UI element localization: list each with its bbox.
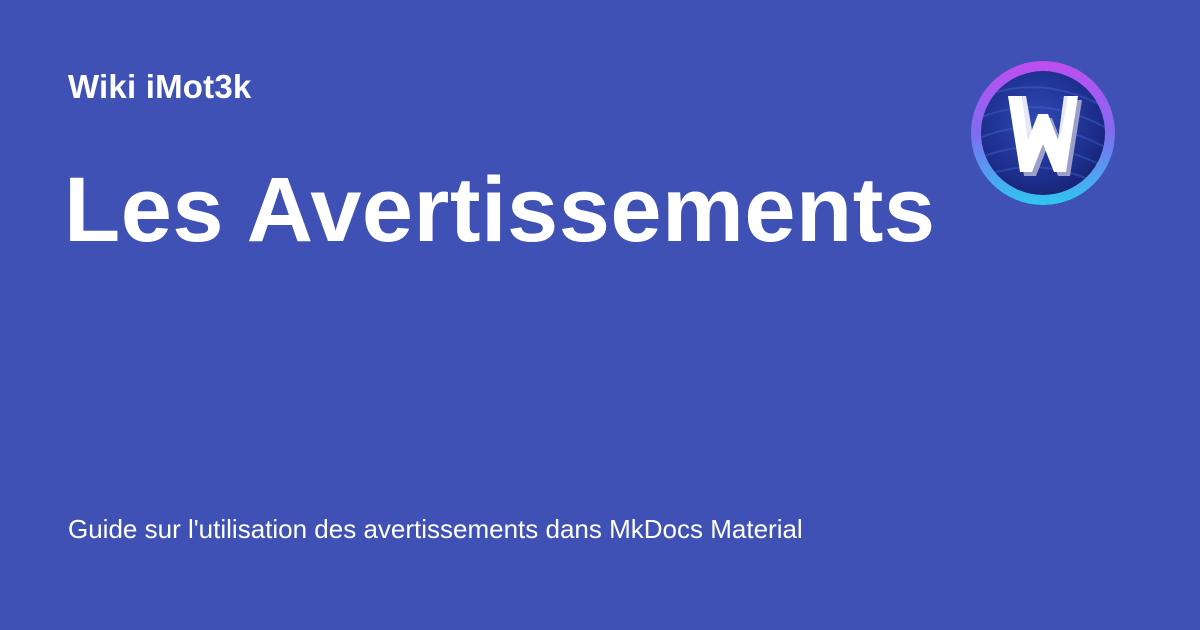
w-logo-icon xyxy=(970,60,1116,206)
page-title: Les Avertissements xyxy=(64,159,936,261)
page-description: Guide sur l'utilisation des avertissemen… xyxy=(68,514,803,544)
social-card: Wiki iMot3k Les Avertissements Guide sur… xyxy=(0,0,1200,630)
site-name: Wiki iMot3k xyxy=(68,68,252,105)
